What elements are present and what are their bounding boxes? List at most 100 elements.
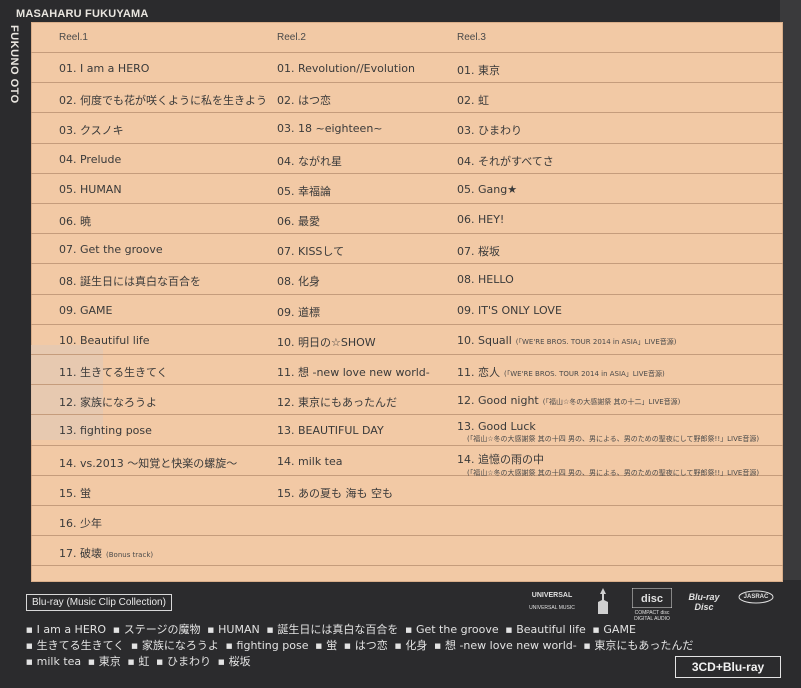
reel-2-header: Reel.2 (277, 32, 306, 43)
bluray-disc-logo: Blu-ray Disc (684, 592, 724, 612)
track-title: 05. Gang★ (457, 182, 518, 196)
track-item: 07. 桜坂 (457, 243, 500, 259)
track-title: 02. 虹 (457, 94, 489, 108)
track-sub-note: (「福山☆冬の大感謝祭 其の十四 男の、男による、男のための聖夜にして野郎祭!!… (467, 435, 760, 444)
track-item: 12. 家族になろうよ (59, 394, 157, 410)
track-item: 08. 誕生日には真白な百合を (59, 273, 201, 289)
clip-item: 化身 (395, 638, 427, 654)
track-note: (「WE'RE BROS. TOUR 2014 in ASIA」LIVE音源) (504, 370, 665, 378)
track-title: 02. 何度でも花が咲くように私を生きよう (59, 94, 267, 108)
track-item: 13. Good Luck (「福山☆冬の大感謝祭 其の十四 男の、男による、男の… (457, 420, 759, 444)
track-item: 16. 少年 (59, 515, 102, 531)
track-title: 08. 誕生日には真白な百合を (59, 275, 201, 289)
row-divider (31, 384, 783, 386)
track-title: 13. fighting pose (59, 424, 152, 438)
track-item: 06. HEY! (457, 213, 504, 226)
svg-text:disc: disc (641, 593, 663, 605)
track-title: 02. はつ恋 (277, 94, 331, 108)
clip-item: 虹 (128, 654, 149, 670)
universal-logo: UNIVERSAL UNIVERSAL MUSIC (528, 592, 576, 611)
track-item: 13. BEAUTIFUL DAY (277, 424, 384, 437)
track-item: 11. 生きてる生きてく (59, 364, 168, 380)
track-title: 04. ながれ星 (277, 154, 342, 168)
track-item: 17. 破壊 (Bonus track) (59, 545, 153, 561)
row-divider (31, 565, 783, 567)
track-title: 12. 東京にもあったんだ (277, 396, 397, 410)
track-title: 13. BEAUTIFUL DAY (277, 424, 384, 438)
track-note: (Bonus track) (106, 551, 154, 560)
track-title: 06. 最愛 (277, 215, 320, 228)
clip-item: 桜坂 (218, 654, 251, 670)
track-item: 03. ひまわり (457, 122, 522, 138)
track-title: 05. HUMAN (59, 182, 122, 196)
clip-item: 東京 (88, 654, 121, 670)
track-item: 12. Good night (「福山☆冬の大感謝祭 其の十二」LIVE音源) (457, 394, 680, 407)
track-item: 08. 化身 (277, 273, 320, 289)
track-item: 01. I am a HERO (59, 62, 149, 75)
track-item: 10. Squall (「WE'RE BROS. TOUR 2014 in ASI… (457, 334, 677, 347)
track-item: 09. 道標 (277, 304, 320, 320)
track-item: 03. クスノキ (59, 122, 124, 138)
track-title: 11. 恋人 (457, 366, 500, 379)
track-title: 04. それがすべてさ (457, 154, 554, 168)
track-item: 06. 最愛 (277, 213, 320, 229)
track-item: 09. IT'S ONLY LOVE (457, 304, 562, 317)
row-divider (31, 142, 783, 144)
track-title: 04. Prelude (59, 152, 122, 166)
clip-item: Beautiful life (506, 622, 586, 638)
row-divider (31, 323, 783, 325)
track-item: 15. 蛍 (59, 485, 91, 501)
track-item: 01. Revolution//Evolution (277, 62, 415, 75)
clip-item: HUMAN (208, 622, 260, 638)
compact-disc-logo: disc COMPACT disc DIGITAL AUDIO (631, 587, 673, 622)
bluray-logo-text: Blu-ray Disc (688, 592, 720, 612)
track-item: 10. 明日の☆SHOW (277, 334, 376, 350)
clip-item: はつ恋 (344, 638, 388, 654)
track-item: 14. 追憶の雨の中 (「福山☆冬の大感謝祭 其の十四 男の、男による、男のための… (457, 451, 759, 478)
row-divider (31, 414, 783, 416)
track-title: 01. Revolution//Evolution (277, 62, 415, 75)
track-title: 17. 破壊 (59, 547, 102, 561)
track-title: 13. Good Luck (457, 420, 536, 434)
clip-item: 蛍 (315, 638, 337, 654)
clip-item: 家族になろうよ (131, 638, 219, 654)
track-item: 02. 何度でも花が咲くように私を生きよう (59, 92, 267, 108)
track-title: 16. 少年 (59, 517, 102, 530)
clip-item: ひまわり (156, 654, 211, 670)
reel-1-header: Reel.1 (59, 32, 88, 43)
track-title: 10. Beautiful life (59, 333, 150, 347)
track-title: 15. あの夏も 海も 空も (277, 486, 393, 500)
track-title: 03. 18 ~eighteen~ (277, 122, 383, 136)
track-item: 05. 幸福論 (277, 183, 331, 199)
clip-item: 誕生日には真白な百合を (267, 622, 398, 638)
jasrac-text: JASRAC (743, 594, 769, 600)
track-item: 02. 虹 (457, 92, 489, 108)
track-item: 14. milk tea (277, 455, 343, 468)
row-divider (31, 203, 783, 204)
track-title: 09. IT'S ONLY LOVE (457, 303, 562, 317)
clip-item: milk tea (26, 654, 82, 670)
reel-3-header: Reel.3 (457, 32, 486, 43)
row-divider (31, 82, 783, 84)
track-title: 07. Get the groove (59, 243, 163, 257)
track-item: 15. あの夏も 海も 空も (277, 485, 393, 501)
clip-item: fighting pose (226, 638, 309, 654)
universal-logo-sub: UNIVERSAL MUSIC (529, 605, 575, 611)
row-divider (31, 112, 783, 114)
track-title: 01. I am a HERO (59, 62, 150, 75)
track-item: 11. 恋人 (「WE'RE BROS. TOUR 2014 in ASIA」LI… (457, 364, 665, 380)
statue-logo-icon (590, 586, 616, 616)
track-item: 05. HUMAN (59, 183, 122, 196)
row-divider (31, 52, 783, 53)
track-item: 11. 想 -new love new world- (277, 364, 430, 380)
track-item: 01. 東京 (457, 62, 500, 78)
tracklist-card: Reel.1 Reel.2 Reel.3 01. I am a HERO 02. … (31, 22, 783, 582)
track-title: 14. 追憶の雨の中 (457, 452, 544, 466)
track-item: 04. ながれ星 (277, 153, 342, 169)
clip-item: I am a HERO (26, 622, 106, 638)
track-title: 08. HELLO (457, 273, 514, 287)
row-divider (31, 293, 783, 295)
clip-item: 想 -new love new world- (434, 638, 577, 654)
bluray-label: Blu-ray (Music Clip Collection) (26, 594, 172, 611)
track-title: 14. milk tea (277, 454, 343, 468)
